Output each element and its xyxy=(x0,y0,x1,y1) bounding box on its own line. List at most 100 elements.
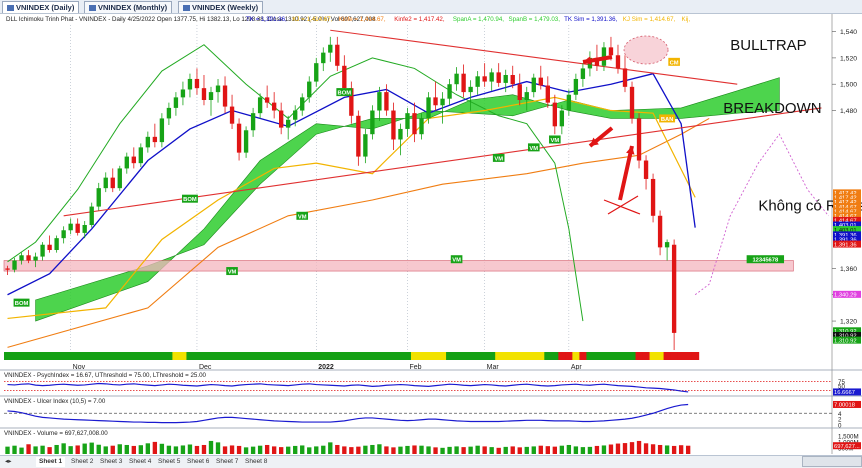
volume-bar xyxy=(145,443,151,454)
candle-body xyxy=(250,113,256,131)
timeline-segment xyxy=(375,352,384,360)
candle-body xyxy=(5,268,10,270)
volume-bar xyxy=(349,447,354,454)
legend-item: TK Sim = 1,391.36, xyxy=(564,16,617,23)
timeline-segment xyxy=(305,352,314,360)
volume-bar xyxy=(594,445,600,454)
volume-bar xyxy=(657,444,663,454)
volume-bar xyxy=(587,446,593,454)
sheet-tab-3[interactable]: Sheet 3 xyxy=(97,457,125,467)
candle-body xyxy=(475,76,480,87)
horizontal-scrollbar[interactable] xyxy=(802,456,862,467)
timeline-segment xyxy=(340,352,349,360)
candle-body xyxy=(82,225,87,233)
sheet-tab-7[interactable]: Sheet 7 xyxy=(213,457,241,467)
timeline-segment xyxy=(523,352,531,360)
timeline-segment xyxy=(186,352,194,360)
candle-body xyxy=(559,110,565,127)
timeline-segment xyxy=(677,352,686,360)
timeline-segment xyxy=(221,352,230,360)
timeline-segment xyxy=(389,352,398,360)
candle-body xyxy=(524,92,529,100)
sheet-tab-5[interactable]: Sheet 5 xyxy=(155,457,183,467)
timeline-segment xyxy=(116,352,124,360)
candle-body xyxy=(615,55,621,69)
candle-body xyxy=(391,110,396,140)
volume-bar xyxy=(54,444,59,454)
volume-bar xyxy=(510,446,515,454)
signal-label: BAN xyxy=(661,117,674,123)
volume-bar xyxy=(229,445,235,454)
volume-bar xyxy=(650,444,656,454)
candle-body xyxy=(461,73,466,93)
panel-y-tick: 0 xyxy=(838,423,842,430)
volume-bar xyxy=(166,445,172,454)
volume-bar xyxy=(314,446,319,454)
sheet-tab-1[interactable]: Sheet 1 xyxy=(36,457,66,467)
volume-bar xyxy=(278,447,284,454)
volume-bar xyxy=(236,445,242,454)
y-tick-label: 1,500 xyxy=(840,82,857,89)
volume-bar xyxy=(257,445,263,454)
candle-body xyxy=(489,72,494,82)
sheet-nav-icon[interactable]: ◂▸ xyxy=(2,457,15,467)
candle-body xyxy=(103,177,108,189)
chart-background xyxy=(0,14,862,454)
signal-label: VM xyxy=(529,146,538,152)
volume-bar xyxy=(475,445,480,454)
timeline-segment xyxy=(600,352,608,360)
candle-body xyxy=(314,63,319,82)
timeline-segment xyxy=(607,352,615,360)
sheet-tab-8[interactable]: Sheet 8 xyxy=(242,457,270,467)
timeline-segment xyxy=(410,352,419,360)
volume-bar xyxy=(117,444,122,454)
volume-bar xyxy=(615,443,621,454)
volume-bar xyxy=(180,445,186,454)
signal-label: CM xyxy=(670,60,679,66)
volume-bar xyxy=(293,445,298,454)
legend-item: KJ = 1,414.67, xyxy=(292,16,332,23)
volume-bar xyxy=(12,445,17,454)
volume-bar xyxy=(68,446,73,454)
volume-bar xyxy=(559,445,565,454)
timeline-segment xyxy=(642,352,651,360)
volume-bar xyxy=(685,445,691,454)
ichimoku-chart[interactable]: DLL Ichimoku Trinh Phat - VNINDEX - Dail… xyxy=(0,0,862,468)
candle-body xyxy=(96,188,101,207)
volume-bar xyxy=(243,447,249,454)
candle-body xyxy=(482,76,487,82)
volume-bar xyxy=(321,445,326,454)
volume-bar xyxy=(531,446,536,454)
volume-bar xyxy=(103,446,108,454)
candle-body xyxy=(236,123,242,153)
timeline-segment xyxy=(32,352,40,360)
candle-body xyxy=(26,255,31,261)
sheet-tab-bar: ◂▸ Sheet 1 Sheet 2 Sheet 3 Sheet 4 Sheet… xyxy=(0,455,862,468)
annotation-text: BULLTRAP xyxy=(730,37,806,54)
volume-bar xyxy=(643,443,649,454)
candle-body xyxy=(110,177,115,189)
timeline-segment xyxy=(418,352,426,360)
volume-bar xyxy=(33,446,38,454)
volume-bar xyxy=(468,446,473,454)
candle-body xyxy=(229,106,235,124)
timeline-segment xyxy=(235,352,244,360)
timeline-segment xyxy=(614,352,622,360)
sheet-tab-6[interactable]: Sheet 6 xyxy=(184,457,212,467)
candle-body xyxy=(54,238,59,250)
volume-bar xyxy=(636,440,642,454)
volume-bar xyxy=(538,445,543,454)
y-tick-label: 1,360 xyxy=(840,266,857,273)
timeline-segment xyxy=(60,352,68,360)
sheet-tab-4[interactable]: Sheet 4 xyxy=(126,457,154,467)
candle-body xyxy=(47,244,52,250)
volume-bar xyxy=(201,444,207,454)
candle-body xyxy=(173,97,179,108)
candle-body xyxy=(468,86,473,93)
timeline-segment xyxy=(312,352,321,360)
candle-body xyxy=(447,84,452,99)
volume-bar xyxy=(671,445,677,454)
timeline-segment xyxy=(249,352,258,360)
sheet-tab-2[interactable]: Sheet 2 xyxy=(68,457,96,467)
volume-bar xyxy=(524,446,529,454)
